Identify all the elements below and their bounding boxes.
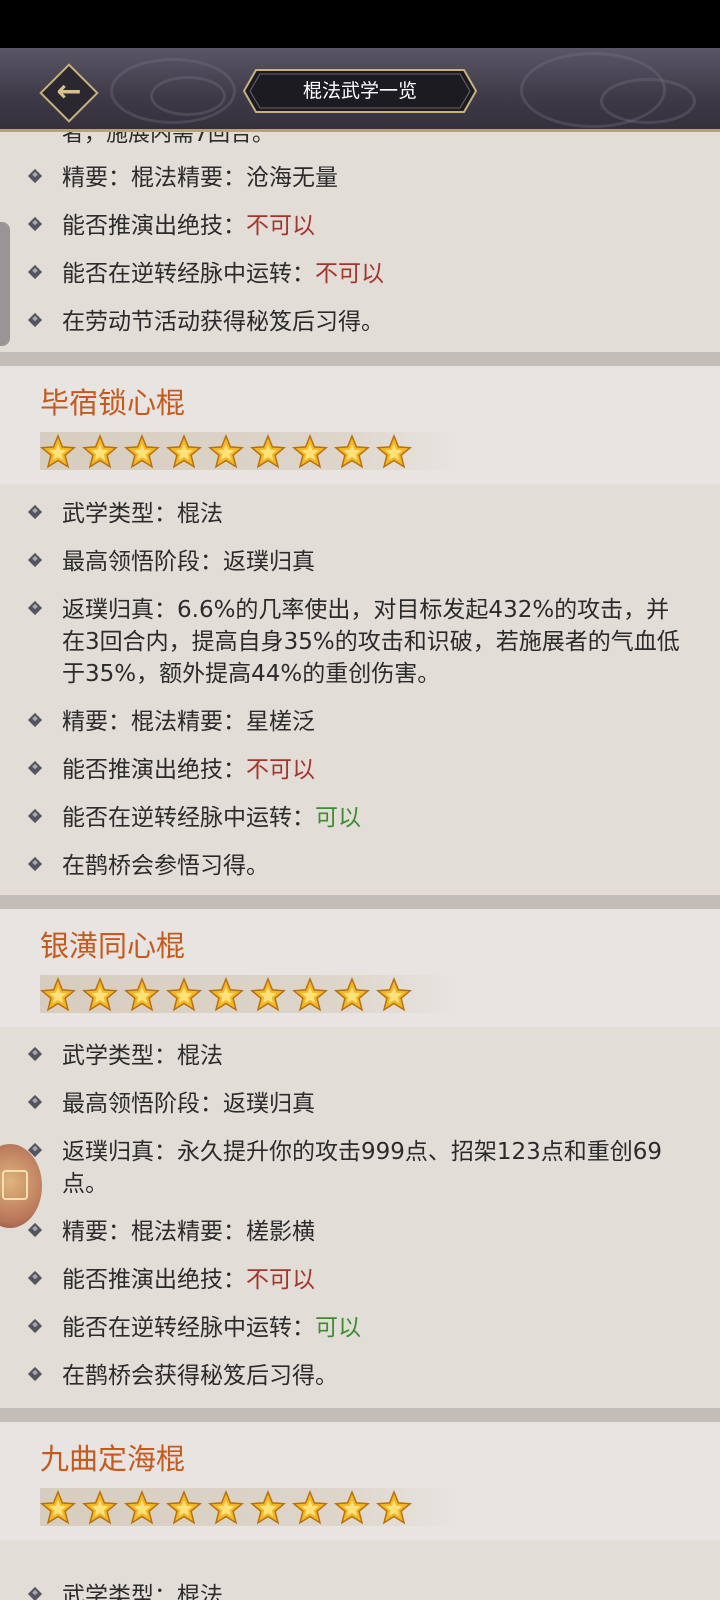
diamond-bullet-icon (27, 712, 43, 728)
list-item: 能否在逆转经脉中运转：可以 (0, 802, 720, 834)
skill-details: 武学类型：棍法 (0, 1580, 720, 1600)
star-icon (334, 977, 370, 1012)
star-icon (292, 434, 328, 469)
skill-name: 九曲定海棍 (40, 1442, 186, 1476)
list-item: 武学类型：棍法 (0, 498, 720, 530)
diamond-bullet-icon (27, 264, 43, 280)
list-item: 能否推演出绝技：不可以 (0, 1264, 720, 1296)
list-item: 精要：棍法精要：槎影横 (0, 1216, 720, 1248)
diamond-bullet-icon (27, 552, 43, 568)
diamond-bullet-icon (27, 504, 43, 520)
star-icon (166, 1490, 202, 1525)
list-item: 能否在逆转经脉中运转：不可以 (0, 258, 720, 290)
divider (0, 1408, 720, 1422)
star-icon (208, 977, 244, 1012)
star-icon (82, 1490, 118, 1525)
list-item: 返璞归真：永久提升你的攻击999点、招架123点和重创69点。 (0, 1136, 720, 1200)
list-item: 能否推演出绝技：不可以 (0, 754, 720, 786)
list-item: 在鹊桥会获得秘笈后习得。 (0, 1360, 720, 1392)
star-icon (40, 1490, 76, 1525)
diamond-bullet-icon (27, 1586, 43, 1600)
divider (0, 895, 720, 909)
page-title: 棍法武学一览 (302, 80, 417, 102)
skill-details-previous: 精要：棍法精要：沧海无量 能否推演出绝技：不可以 能否在逆转经脉中运转：不可以 … (0, 162, 720, 354)
star-icon (82, 434, 118, 469)
arrow-left-icon: ← (56, 74, 82, 109)
star-icon (124, 977, 160, 1012)
star-icon (376, 434, 412, 469)
list-item: 在劳动节活动获得秘笈后习得。 (0, 306, 720, 338)
skill-name: 毕宿锁心棍 (40, 386, 186, 420)
list-item: 最高领悟阶段：返璞归真 (0, 546, 720, 578)
back-button[interactable]: ← (39, 63, 99, 123)
clipped-text: 者，施展内需7回合。 (62, 132, 274, 147)
star-icon (208, 434, 244, 469)
divider (0, 352, 720, 366)
list-item: 武学类型：棍法 (0, 1580, 720, 1600)
star-icon (334, 1490, 370, 1525)
diamond-bullet-icon (27, 168, 43, 184)
skill-header: 九曲定海棍 (0, 1422, 720, 1540)
star-icon (376, 1490, 412, 1525)
star-icon (208, 1490, 244, 1525)
skill-header: 银潢同心棍 (0, 909, 720, 1027)
list-item: 武学类型：棍法 (0, 1040, 720, 1072)
diamond-bullet-icon (27, 856, 43, 872)
star-icon (376, 977, 412, 1012)
diamond-bullet-icon (27, 216, 43, 232)
list-item: 返璞归真：6.6%的几率使出，对目标发起432%的攻击，并在3回合内，提高自身3… (0, 594, 720, 690)
diamond-bullet-icon (27, 312, 43, 328)
list-item: 精要：棍法精要：沧海无量 (0, 162, 720, 194)
diamond-bullet-icon (27, 760, 43, 776)
diamond-bullet-icon (27, 808, 43, 824)
title-plate: 棍法武学一览 (242, 68, 478, 114)
star-rating (40, 1488, 460, 1526)
skill-details: 武学类型：棍法 最高领悟阶段：返璞归真 返璞归真：6.6%的几率使出，对目标发起… (0, 498, 720, 898)
star-icon (250, 434, 286, 469)
star-icon (124, 434, 160, 469)
star-icon (250, 977, 286, 1012)
star-rating (40, 432, 460, 470)
star-icon (124, 1490, 160, 1525)
status-bar (0, 0, 720, 48)
diamond-bullet-icon (27, 1094, 43, 1110)
side-drawer-handle[interactable] (0, 222, 10, 346)
star-icon (166, 434, 202, 469)
diamond-bullet-icon (27, 1046, 43, 1062)
skill-list[interactable]: 者，施展内需7回合。 精要：棍法精要：沧海无量 能否推演出绝技：不可以 能否在逆… (0, 132, 720, 1600)
star-icon (334, 434, 370, 469)
star-icon (82, 977, 118, 1012)
star-icon (40, 977, 76, 1012)
star-icon (250, 1490, 286, 1525)
list-item: 在鹊桥会参悟习得。 (0, 850, 720, 882)
diamond-bullet-icon (27, 1366, 43, 1382)
star-rating (40, 975, 460, 1013)
top-bar: ← 棍法武学一览 (0, 48, 720, 132)
list-item: 能否推演出绝技：不可以 (0, 210, 720, 242)
chest-outline (2, 1170, 28, 1200)
list-item: 最高领悟阶段：返璞归真 (0, 1088, 720, 1120)
skill-header: 毕宿锁心棍 (0, 366, 720, 484)
diamond-bullet-icon (27, 1318, 43, 1334)
star-icon (292, 977, 328, 1012)
skill-details: 武学类型：棍法 最高领悟阶段：返璞归真 返璞归真：永久提升你的攻击999点、招架… (0, 1040, 720, 1408)
diamond-bullet-icon (27, 1270, 43, 1286)
star-icon (40, 434, 76, 469)
skill-name: 银潢同心棍 (40, 929, 186, 963)
diamond-bullet-icon (27, 1222, 43, 1238)
star-icon (292, 1490, 328, 1525)
star-icon (166, 977, 202, 1012)
list-item: 精要：棍法精要：星槎泛 (0, 706, 720, 738)
diamond-bullet-icon (27, 600, 43, 616)
list-item: 能否在逆转经脉中运转：可以 (0, 1312, 720, 1344)
